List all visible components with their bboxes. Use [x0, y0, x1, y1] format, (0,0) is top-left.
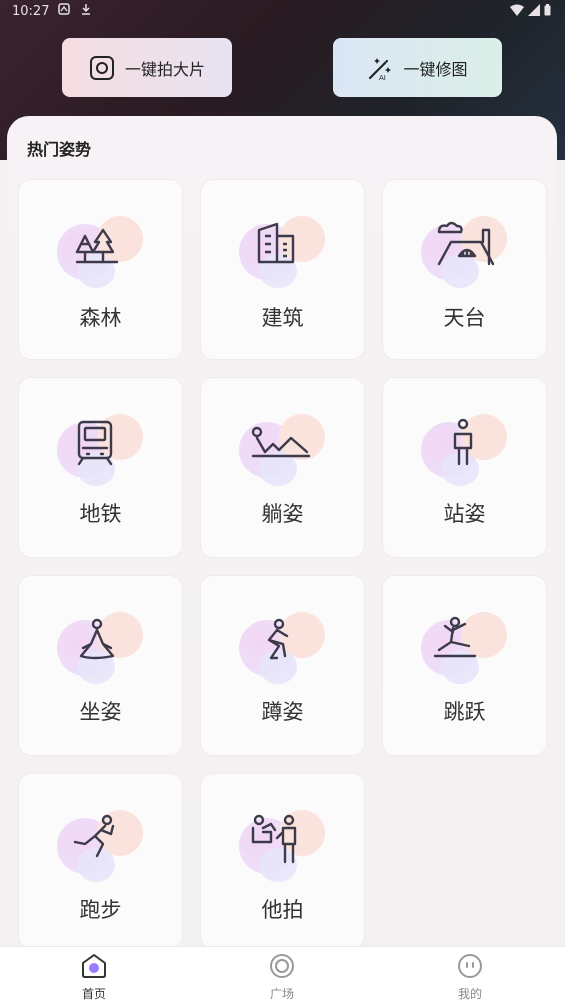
tab-home[interactable]: 首页 [54, 953, 134, 1002]
pose-label: 坐姿 [79, 700, 122, 724]
pose-card-subway[interactable]: 地铁 [19, 378, 182, 557]
tab-label: 首页 [81, 987, 106, 1001]
pose-card-building[interactable]: 建筑 [201, 180, 364, 359]
pose-label: 跑步 [79, 898, 122, 922]
camera-icon [89, 55, 115, 81]
pose-label: 森林 [79, 306, 122, 330]
sitting-pose-icon [79, 618, 115, 660]
tab-label: 广场 [269, 987, 294, 1001]
pose-card-running[interactable]: 跑步 [19, 774, 182, 948]
trees-icon [75, 228, 119, 264]
building-icon [257, 222, 295, 264]
standing-pose-icon [453, 418, 473, 466]
wifi-icon [510, 4, 524, 16]
section-title: 热门姿势 [27, 140, 92, 159]
svg-text:AI: AI [379, 74, 386, 81]
one-click-photo-label: 一键拍大片 [124, 59, 205, 79]
pose-card-standing[interactable]: 站姿 [383, 378, 546, 557]
signal-icon [528, 4, 540, 16]
pose-card-rooftop[interactable]: 天台 [383, 180, 546, 359]
one-click-photo-button[interactable]: 一键拍大片 [62, 38, 232, 97]
notification-app-icon [58, 3, 70, 15]
tab-profile[interactable]: 我的 [430, 953, 510, 1002]
pose-card-sitting[interactable]: 坐姿 [19, 576, 182, 755]
home-icon [82, 954, 106, 978]
pose-label: 躺姿 [261, 502, 304, 526]
pose-card-lying[interactable]: 躺姿 [201, 378, 364, 557]
running-pose-icon [73, 814, 115, 858]
photographer-icon [251, 814, 297, 864]
pose-label: 地铁 [79, 502, 122, 526]
magic-wand-icon: AI [367, 55, 393, 81]
pose-label: 跳跃 [443, 700, 486, 724]
bottom-tab-bar: 首页 广场 我的 [0, 946, 565, 1004]
pose-label: 天台 [443, 306, 486, 330]
pose-label: 站姿 [443, 502, 486, 526]
pose-card-squat[interactable]: 蹲姿 [201, 576, 364, 755]
rooftop-icon [437, 221, 495, 266]
battery-icon [544, 4, 551, 16]
subway-icon [77, 420, 113, 466]
jump-pose-icon [433, 616, 477, 658]
one-click-edit-label: 一键修图 [403, 59, 468, 79]
tab-label: 我的 [457, 987, 482, 1001]
pose-label: 建筑 [261, 306, 304, 330]
one-click-edit-button[interactable]: AI 一键修图 [333, 38, 502, 97]
pose-label: 蹲姿 [261, 700, 304, 724]
status-time: 10:27 [12, 4, 50, 19]
tab-square[interactable]: 广场 [242, 953, 322, 1002]
profile-icon [458, 954, 482, 978]
pose-label: 他拍 [261, 898, 304, 922]
status-bar: 10:27 [0, 0, 565, 26]
pose-card-photographer[interactable]: 他拍 [201, 774, 364, 948]
download-icon [82, 4, 90, 15]
lying-pose-icon [251, 426, 311, 458]
pose-card-forest[interactable]: 森林 [19, 180, 182, 359]
pose-card-jump[interactable]: 跳跃 [383, 576, 546, 755]
square-icon [270, 954, 294, 978]
squat-pose-icon [267, 618, 289, 660]
